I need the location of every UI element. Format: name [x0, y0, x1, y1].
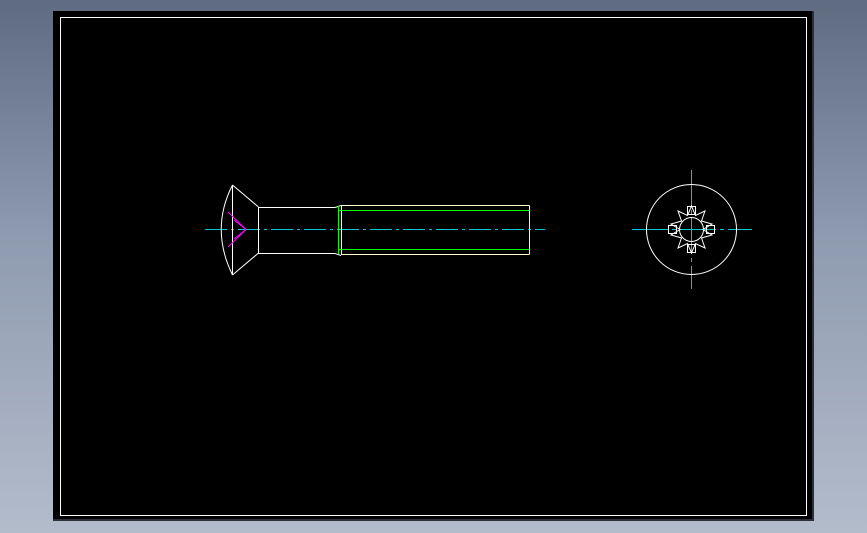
head-cone-top: [232, 184, 259, 208]
head-cone-bottom: [232, 252, 259, 276]
drawing-frame: [60, 17, 807, 516]
recess-side-inner-bottom: [233, 229, 247, 240]
recess-side-inner-top: [233, 219, 247, 230]
side-view: [205, 184, 545, 276]
end-view: [632, 170, 752, 289]
cad-drawing: [60, 17, 807, 516]
